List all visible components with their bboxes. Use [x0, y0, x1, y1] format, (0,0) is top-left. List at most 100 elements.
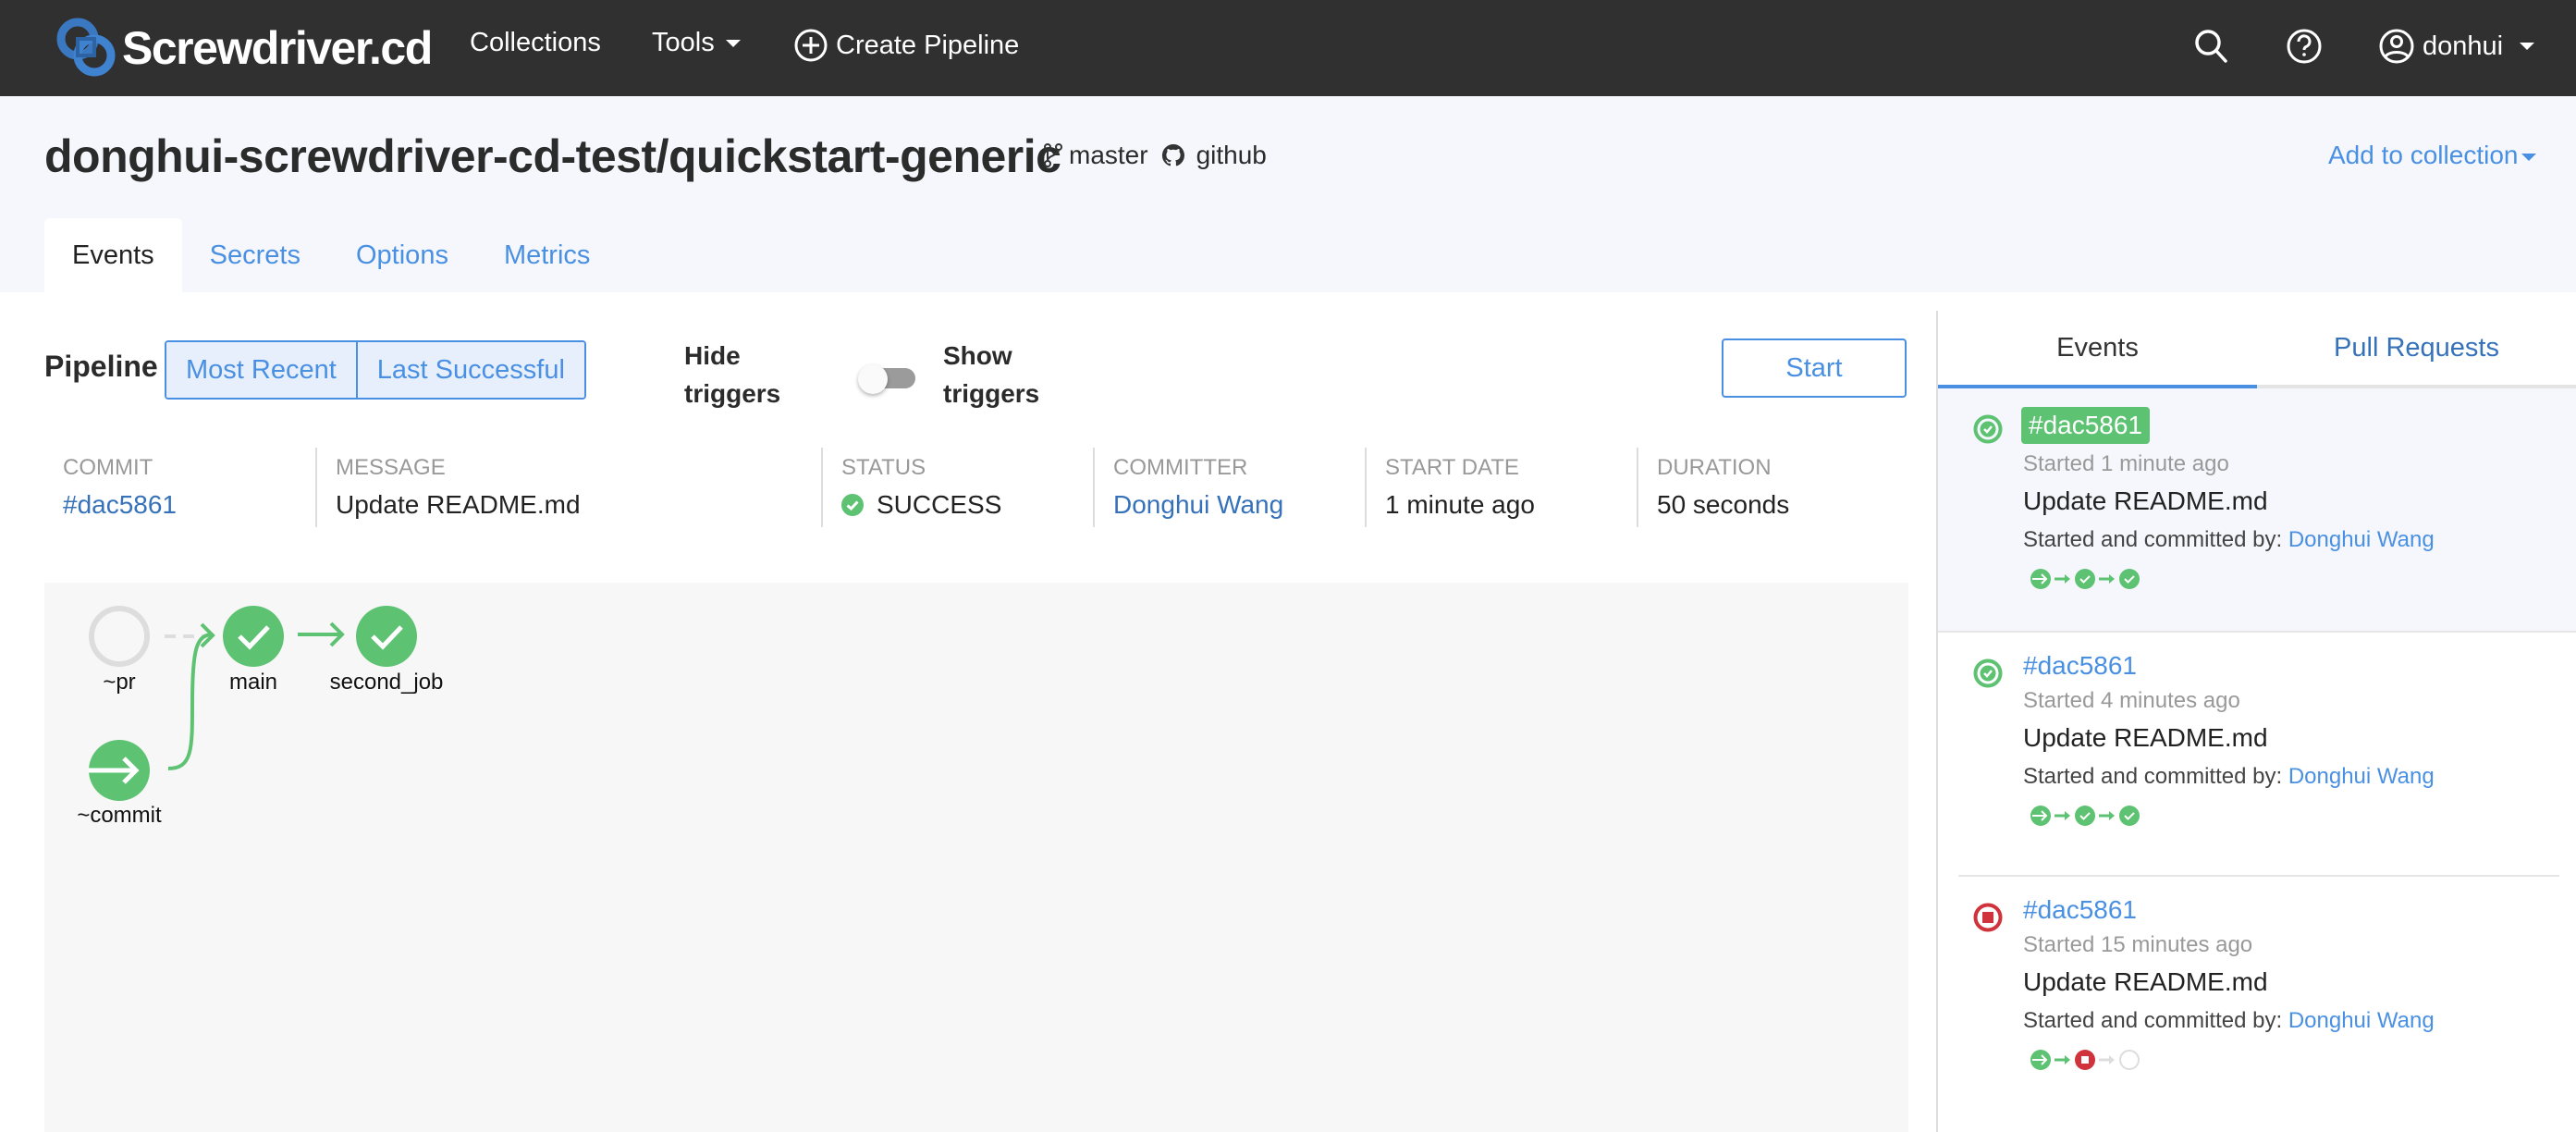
brand-logo[interactable]: Screwdriver.cd [55, 17, 433, 80]
hide-triggers-line1: Hide [684, 341, 741, 370]
add-to-collection-dropdown[interactable]: Add to collection [2328, 141, 2537, 170]
username: donhui [2423, 31, 2504, 61]
node-pr[interactable] [89, 606, 150, 667]
help-icon[interactable] [2286, 28, 2323, 65]
event-body: #dac5861 Started 15 minutes ago Update R… [2023, 895, 2435, 1076]
commit-link[interactable]: #dac5861 [63, 490, 315, 520]
committer-link[interactable]: Donghui Wang [2288, 764, 2435, 789]
event-message: Update README.md [2023, 486, 2268, 515]
add-to-collection-label: Add to collection [2328, 141, 2519, 169]
event-body: #dac5861 Started 4 minutes ago Update RE… [2023, 651, 2435, 831]
nav-create-pipeline-label: Create Pipeline [836, 30, 1020, 60]
committer-label: Started and committed by: [2023, 764, 2288, 789]
event-sha-link[interactable]: #dac5861 [2023, 895, 2137, 925]
node-label-second-job: second_job [329, 670, 444, 695]
event-sha-link[interactable]: #dac5861 [2023, 651, 2137, 681]
mini-arrow-icon [2055, 1055, 2070, 1064]
caret-down-icon [725, 39, 741, 47]
tab-metrics[interactable]: Metrics [476, 218, 618, 292]
caret-down-icon [2521, 154, 2537, 161]
event-committer: Started and committed by: Donghui Wang [2023, 764, 2435, 790]
mini-trigger-icon [2030, 1050, 2051, 1070]
success-circle-icon [1973, 658, 2003, 688]
event-started: Started 4 minutes ago [2023, 688, 2240, 713]
hide-triggers-label: Hide triggers [684, 337, 780, 412]
start-button[interactable]: Start [1722, 338, 1907, 398]
commit-message: Update README.md [336, 490, 581, 519]
success-check-icon [841, 494, 864, 516]
top-navbar: Screwdriver.cd Collections Tools Create … [0, 0, 2576, 96]
toggle-knob [858, 364, 888, 394]
pipeline-label: Pipeline [44, 350, 158, 383]
event-list-item[interactable]: #dac5861 Started 1 minute ago Update REA… [1938, 388, 2576, 633]
mini-workflow-graph[interactable] [2030, 568, 2141, 590]
aborted-circle-icon [1973, 903, 2003, 932]
info-status: STATUS SUCCESS [821, 448, 1093, 527]
repo-meta: master github [1043, 141, 1267, 170]
nav-collections-label: Collections [470, 28, 601, 57]
edge-commit-main [167, 633, 212, 770]
mini-arrow-icon [2055, 811, 2070, 820]
workflow-graph: ~pr main second_job ~commit [44, 583, 1908, 1132]
github-icon [1161, 143, 1184, 166]
show-triggers-label: Show triggers [943, 337, 1039, 412]
plus-circle-icon [794, 29, 828, 62]
side-tab-pull-requests[interactable]: Pull Requests [2257, 311, 2576, 385]
event-sha-badge[interactable]: #dac5861 [2021, 407, 2151, 444]
mini-trigger-icon [2030, 806, 2051, 826]
nav-collections[interactable]: Collections [470, 28, 601, 58]
info-label: COMMITTER [1113, 455, 1248, 480]
nav-tools-dropdown[interactable]: Tools [652, 28, 741, 58]
most-recent-button[interactable]: Most Recent [166, 342, 356, 398]
event-list-item[interactable]: #dac5861 Started 15 minutes ago Update R… [1958, 877, 2559, 1121]
mini-workflow-graph[interactable] [2030, 1049, 2141, 1071]
event-message: Update README.md [2023, 967, 2268, 996]
show-triggers-line1: Show [943, 341, 1012, 370]
committer-link[interactable]: Donghui Wang [2288, 527, 2435, 552]
tab-events[interactable]: Events [44, 218, 182, 292]
committer-link[interactable]: Donghui Wang [2288, 1008, 2435, 1033]
search-icon[interactable] [2193, 28, 2230, 65]
event-list-item[interactable]: #dac5861 Started 4 minutes ago Update RE… [1958, 633, 2559, 877]
event-started: Started 1 minute ago [2023, 451, 2229, 476]
caret-down-icon [2520, 43, 2535, 50]
branch-icon [1044, 143, 1062, 167]
node-second-job[interactable] [356, 606, 417, 667]
screwdriver-logo-icon [56, 18, 116, 77]
node-main[interactable] [223, 606, 284, 667]
committer-label: Started and committed by: [2023, 1008, 2288, 1033]
hide-triggers-line2: triggers [684, 379, 781, 408]
nav-create-pipeline[interactable]: Create Pipeline [793, 28, 1019, 63]
mini-aborted-icon [2075, 1050, 2095, 1070]
start-date-value: 1 minute ago [1385, 490, 1535, 519]
mini-arrow-icon [2099, 811, 2115, 820]
info-duration: DURATION 50 seconds [1637, 448, 1908, 527]
mini-arrow-icon [2055, 574, 2070, 584]
tab-options[interactable]: Options [328, 218, 476, 292]
tab-secrets[interactable]: Secrets [182, 218, 328, 292]
event-committer: Started and committed by: Donghui Wang [2023, 527, 2435, 553]
show-triggers-toggle[interactable] [858, 364, 915, 394]
event-info-row: COMMIT #dac5861 MESSAGE Update README.md… [44, 448, 1908, 527]
side-tab-events[interactable]: Events [1938, 311, 2257, 388]
brand-name: Screwdriver.cd [122, 22, 433, 74]
nav-tools-label: Tools [652, 28, 715, 57]
mini-workflow-graph[interactable] [2030, 805, 2141, 827]
node-commit[interactable] [89, 740, 150, 801]
scm-name: github [1196, 141, 1267, 169]
pipeline-tabs: Events Secrets Options Metrics [44, 218, 618, 292]
success-circle-icon [1973, 414, 2003, 444]
committer-label: Started and committed by: [2023, 527, 2288, 552]
node-label-pr: ~pr [103, 670, 136, 695]
last-successful-button[interactable]: Last Successful [355, 342, 584, 398]
mini-success-icon [2075, 806, 2095, 826]
duration-value: 50 seconds [1657, 490, 1790, 519]
mini-success-icon [2075, 569, 2095, 589]
info-committer: COMMITTER Donghui Wang [1093, 448, 1365, 527]
info-label: MESSAGE [336, 455, 446, 480]
user-circle-icon [2379, 29, 2414, 64]
committer-link[interactable]: Donghui Wang [1113, 490, 1365, 520]
user-menu[interactable]: donhui [2378, 28, 2535, 65]
mini-trigger-icon [2030, 569, 2051, 589]
event-body: #dac5861 Started 1 minute ago Update REA… [2021, 407, 2435, 595]
